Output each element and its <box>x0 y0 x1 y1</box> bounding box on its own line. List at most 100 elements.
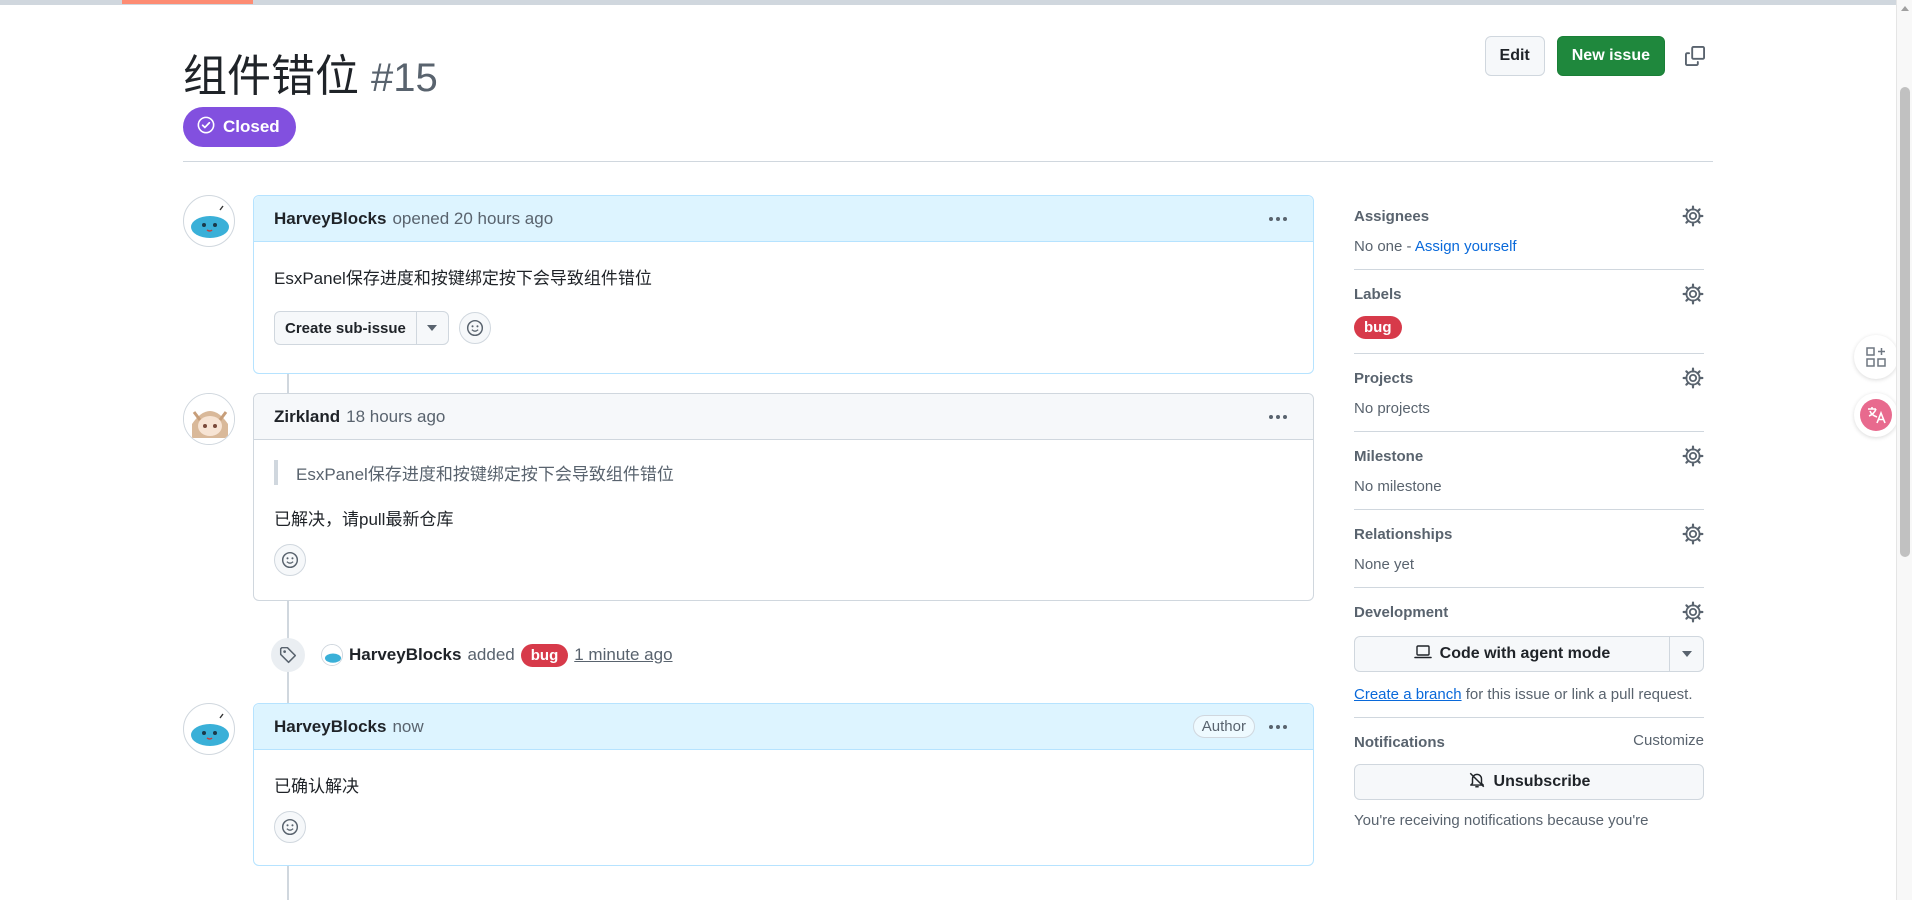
copy-icon[interactable] <box>1677 38 1713 74</box>
kebab-menu-icon[interactable] <box>1263 405 1293 429</box>
comment-text: 已确认解决 <box>274 777 359 796</box>
sidebar-labels: Labels bug <box>1354 270 1704 354</box>
avatar[interactable] <box>183 393 235 445</box>
notifications-note: You're receiving notifications because y… <box>1354 812 1649 829</box>
add-widget-icon[interactable] <box>1854 335 1898 379</box>
event-author[interactable]: HarveyBlocks <box>349 645 461 665</box>
issue-title: 组件错位 #15 <box>183 40 1713 104</box>
comment-actions <box>274 544 1293 576</box>
development-title: Development <box>1354 603 1449 621</box>
gear-icon[interactable] <box>1682 367 1704 389</box>
vertical-scrollbar[interactable] <box>1896 0 1912 900</box>
comment-reply: Zirkland 18 hours ago EsxPanel保存进度和按键绑定按… <box>253 393 1314 601</box>
assignees-title: Assignees <box>1354 207 1430 225</box>
avatar[interactable] <box>321 644 343 666</box>
kebab-menu-icon[interactable] <box>1263 715 1293 739</box>
gear-icon[interactable] <box>1682 445 1704 467</box>
add-reaction-icon[interactable] <box>274 811 306 843</box>
labels-title: Labels <box>1354 285 1402 303</box>
comment-actions: Create sub-issue <box>274 311 1293 345</box>
issue-title-text: 组件错位 <box>183 52 359 101</box>
edit-button[interactable]: Edit <box>1484 36 1545 76</box>
kebab-menu-icon[interactable] <box>1263 207 1293 231</box>
comment-author[interactable]: HarveyBlocks <box>274 209 386 229</box>
comment-meta[interactable]: opened 20 hours ago <box>392 209 553 229</box>
code-with-agent-split-button: Code with agent mode <box>1354 636 1704 672</box>
comment-author[interactable]: Zirkland <box>274 407 340 427</box>
comment-text: EsxPanel保存进度和按键绑定按下会导致组件错位 <box>274 269 652 288</box>
milestone-title: Milestone <box>1354 447 1424 465</box>
development-hint: Create a branch for this issue or link a… <box>1354 686 1704 703</box>
scroll-up-arrow-icon[interactable] <box>1901 6 1909 11</box>
laptop-icon <box>1413 644 1432 665</box>
sidebar-section-title: Labels <box>1354 282 1704 306</box>
gear-icon[interactable] <box>1682 601 1704 623</box>
comment-meta[interactable]: 18 hours ago <box>346 407 445 427</box>
comment-author-reply: HarveyBlocks now Author 已确认解决 <box>253 703 1314 866</box>
relationships-value: None yet <box>1354 556 1415 573</box>
unsubscribe-button[interactable]: Unsubscribe <box>1354 764 1704 800</box>
comment-body: EsxPanel保存进度和按键绑定按下会导致组件错位 已解决，请pull最新仓库 <box>254 440 1313 594</box>
sidebar-section-title: Relationships <box>1354 522 1704 546</box>
chevron-down-icon[interactable] <box>1669 637 1703 671</box>
new-issue-button[interactable]: New issue <box>1556 36 1665 76</box>
issue-header: 组件错位 #15 Edit New issue <box>183 36 1713 101</box>
customize-link[interactable]: Customize <box>1633 732 1704 749</box>
gear-icon[interactable] <box>1682 523 1704 545</box>
status-text: Closed <box>223 117 280 136</box>
bell-slash-icon <box>1468 771 1486 794</box>
assign-yourself-link[interactable]: Assign yourself <box>1415 238 1517 255</box>
sidebar-assignees: Assignees No one - Assign yourself <box>1354 192 1704 270</box>
avatar[interactable] <box>183 703 235 755</box>
milestone-value: No milestone <box>1354 478 1442 495</box>
comment-body: 已确认解决 <box>254 750 1313 861</box>
header-actions: Edit New issue <box>1484 36 1713 76</box>
comment-quote: EsxPanel保存进度和按键绑定按下会导致组件错位 <box>274 460 1293 485</box>
add-reaction-icon[interactable] <box>458 312 491 344</box>
comment-meta[interactable]: now <box>392 717 423 737</box>
code-with-agent-label: Code with agent mode <box>1439 645 1611 662</box>
code-with-agent-button[interactable]: Code with agent mode <box>1355 637 1669 671</box>
event-time[interactable]: 1 minute ago <box>574 645 672 665</box>
unsubscribe-label: Unsubscribe <box>1493 773 1591 790</box>
bug-label[interactable]: bug <box>520 643 569 667</box>
scrollbar-thumb[interactable] <box>1900 87 1910 557</box>
comment-opening: HarveyBlocks opened 20 hours ago EsxPane… <box>253 195 1314 374</box>
sidebar-relationships: Relationships None yet <box>1354 510 1704 588</box>
projects-value: No projects <box>1354 400 1430 417</box>
relationships-title: Relationships <box>1354 525 1453 543</box>
bug-label[interactable]: bug <box>1354 316 1402 339</box>
sidebar-milestone: Milestone No milestone <box>1354 432 1704 510</box>
gear-icon[interactable] <box>1682 205 1704 227</box>
event-action: added <box>467 645 515 664</box>
comment-author[interactable]: HarveyBlocks <box>274 717 386 737</box>
window-top-border <box>0 0 1912 5</box>
chevron-down-icon[interactable] <box>415 312 448 344</box>
sidebar-section-title: Projects <box>1354 366 1704 390</box>
comment-actions <box>274 811 1293 843</box>
development-hint-text: for this issue or link a pull request. <box>1461 686 1693 703</box>
status-badge: Closed <box>183 107 296 147</box>
comment-body: EsxPanel保存进度和按键绑定按下会导致组件错位 Create sub-is… <box>254 242 1313 363</box>
add-reaction-icon[interactable] <box>274 544 306 576</box>
projects-title: Projects <box>1354 369 1414 387</box>
active-tab-underline <box>122 0 253 4</box>
issue-sidebar: Assignees No one - Assign yourself Label… <box>1354 192 1704 843</box>
comment-header: HarveyBlocks now Author <box>254 704 1313 750</box>
label-added-event: HarveyBlocks added bug 1 minute ago <box>271 638 673 672</box>
tag-icon <box>271 638 305 672</box>
gear-icon[interactable] <box>1682 283 1704 305</box>
sidebar-notifications: Notifications Customize Unsubscribe You'… <box>1354 718 1704 843</box>
check-circle-icon <box>197 116 215 139</box>
sidebar-section-title: Development <box>1354 600 1704 624</box>
sidebar-projects: Projects No projects <box>1354 354 1704 432</box>
sidebar-section-title: Assignees <box>1354 204 1704 228</box>
translate-icon[interactable] <box>1854 393 1898 437</box>
create-sub-issue-button[interactable]: Create sub-issue <box>275 312 416 344</box>
sidebar-development: Development Code with agent mode Create … <box>1354 588 1704 718</box>
avatar[interactable] <box>183 195 235 247</box>
create-branch-link[interactable]: Create a branch <box>1354 686 1462 703</box>
comment-header: Zirkland 18 hours ago <box>254 394 1313 440</box>
create-sub-issue-split-button: Create sub-issue <box>274 311 449 345</box>
issue-number: #15 <box>371 56 438 100</box>
